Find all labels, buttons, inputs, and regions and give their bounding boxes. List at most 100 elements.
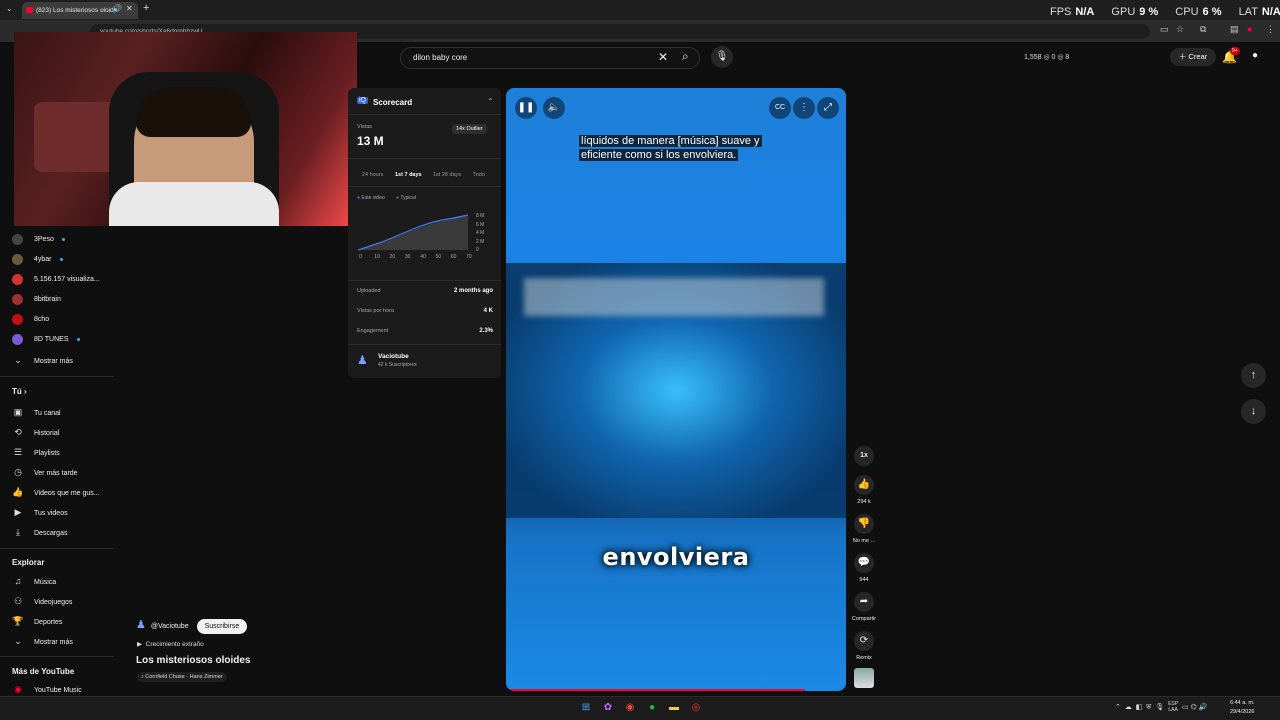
tray-shield-icon[interactable]: ⛨ [1146, 704, 1151, 711]
you-heading[interactable]: Tú › [12, 387, 27, 396]
chart-x-tick: 30 [404, 254, 411, 260]
tab-all[interactable]: Todo [473, 172, 485, 178]
sidebar-item-you[interactable]: ⤓ Descargas [12, 525, 67, 539]
chevron-right-icon: › [24, 387, 27, 396]
clear-search-icon[interactable]: ✕ [658, 50, 668, 64]
tray-cloud-icon[interactable]: ☁ [1125, 704, 1132, 711]
sidebar-item-you[interactable]: 👍 Videos que me gus... [12, 485, 99, 499]
sidebar-divider [0, 376, 114, 377]
sidebar-subscription-item[interactable]: 3Peso [12, 233, 65, 247]
video-progress-bar[interactable] [506, 689, 806, 691]
previous-short-button[interactable]: ↑ [1241, 363, 1266, 388]
sidebar-subscription-item[interactable]: 8D TUNES [12, 333, 80, 347]
captions-button[interactable]: CC [769, 97, 791, 119]
tray-mic-icon[interactable]: 🎙 [1155, 704, 1164, 711]
burned-in-caption: envolviera [602, 543, 750, 571]
tray-app-icon[interactable]: ◧ [1136, 704, 1143, 711]
audio-icon[interactable]: 🔊 [112, 4, 122, 13]
pause-button[interactable]: ❚❚ [515, 97, 537, 119]
volume-button[interactable]: 🔈 [543, 97, 565, 119]
sidebar-item-label: Música [34, 579, 57, 586]
menu-icon[interactable]: ⋮ [1266, 24, 1275, 35]
sidebar-item-label: Historial [34, 430, 60, 437]
profile-icon[interactable]: ● [1247, 24, 1252, 34]
search-icon[interactable]: ⌕ [682, 49, 689, 64]
dislike-button[interactable]: 👎 No me ... [850, 514, 878, 544]
sidebar-divider [0, 656, 114, 657]
subscribe-button[interactable]: Suscribirse [196, 619, 248, 634]
more-options-button[interactable]: ⋮ [793, 97, 815, 119]
collapse-icon[interactable]: ⌃ [487, 97, 494, 106]
volume-icon[interactable]: 🔊 [1199, 704, 1208, 711]
sidebar-item-you[interactable]: ☰ Playlists [12, 445, 60, 459]
sidebar-item-you[interactable]: ⟲ Historial [12, 425, 59, 439]
app-icon[interactable]: ◎ [689, 701, 703, 715]
file-explorer-icon[interactable]: ▬ [667, 701, 681, 715]
clock-time: 6:44 a. m. [1230, 700, 1255, 706]
chart-y-tick: 4 M [476, 230, 485, 236]
channel-avatar [12, 293, 23, 305]
clock[interactable]: 6:44 a. m. 29/4/2026 [1230, 699, 1254, 717]
spotify-icon[interactable]: ● [645, 701, 659, 715]
sidebar-subscription-item[interactable]: 8cho [12, 313, 49, 327]
sidebar-subscription-item[interactable]: 5.156.157 visualiza... [12, 273, 100, 287]
search-input[interactable]: dilon baby core [400, 47, 700, 69]
remix-button[interactable]: ⟳ Remix [850, 631, 878, 661]
channel-avatar[interactable]: ♟ [136, 619, 146, 631]
extensions-icon[interactable]: ⧉ [1200, 24, 1206, 35]
sidebar-item-label: Playlists [34, 450, 60, 457]
copilot-icon[interactable]: ✿ [601, 701, 615, 715]
comments-button[interactable]: 💬 944 [850, 553, 878, 583]
sidebar-item-explore[interactable]: 🏆 Deportes [12, 614, 62, 628]
shorts-video-player[interactable]: ❚❚ 🔈 CC ⋮ ⤢ líquidos de manera [música] … [506, 88, 846, 691]
new-tab-icon[interactable]: + [143, 2, 149, 14]
tab-24-hours[interactable]: 24 hours [362, 172, 383, 178]
tab-first-28-days[interactable]: 1st 28 days [433, 172, 461, 178]
display-icon[interactable]: ▭ [1182, 704, 1189, 711]
closed-captions: líquidos de manera [música] suave y efic… [579, 134, 762, 162]
sidebar-item-you[interactable]: ▶ Tus videos [12, 505, 68, 519]
music-chip[interactable]: ♪ Cornfield Chase · Hans Zimmer [137, 672, 227, 682]
network-icon[interactable]: ⌬ [1191, 704, 1197, 711]
system-tray: ⌃ ☁ ◧ ⛨ 🎙 ESP LAA ▭ ⌬ 🔊 [1115, 701, 1207, 713]
show-more-subscriptions[interactable]: ⌄ Mostrar más [12, 353, 73, 367]
sidebar-item-explore[interactable]: ♫ Música [12, 574, 57, 588]
tab-first-7-days[interactable]: 1st 7 days [395, 172, 422, 178]
windows-start-icon[interactable]: ⊞ [579, 701, 593, 715]
create-button[interactable]: ＋ Crear [1170, 48, 1216, 66]
sidebar-item-youtube-music[interactable]: ◉ YouTube Music [12, 682, 82, 696]
chevron-down-icon: ⌄ [14, 355, 22, 365]
audio-thumbnail[interactable] [854, 668, 874, 688]
like-button[interactable]: 👍 294 k [850, 475, 878, 505]
sidebar-item-you[interactable]: ▣ Tu canal [12, 405, 61, 419]
speed-button[interactable]: 1x [850, 446, 878, 470]
sidebar-subscription-item[interactable]: 8bitbrain [12, 293, 61, 307]
share-button[interactable]: ➦ Compartir [850, 592, 878, 622]
fullscreen-button[interactable]: ⤢ [817, 97, 839, 119]
sidebar-item-label: 8D TUNES [34, 336, 69, 343]
sidepanel-icon[interactable]: ▤ [1230, 24, 1239, 35]
sidebar-item-you[interactable]: ◷ Ver más tarde [12, 465, 78, 479]
close-tab-icon[interactable]: ✕ [126, 4, 133, 13]
sidebar-subscription-item[interactable]: 4ybar [12, 253, 63, 267]
playlist-link[interactable]: ▶ Crecimiento extraño [137, 640, 204, 648]
voice-search-icon[interactable]: 🎙 [711, 46, 733, 68]
tab-list-icon[interactable]: ⌄ [6, 4, 13, 13]
new-content-dot [61, 237, 65, 241]
chart-y-tick: 2 M [476, 238, 485, 245]
scorecard-channel-name: Vaciotube [378, 353, 409, 360]
avatar[interactable]: ● [1252, 50, 1258, 61]
tray-chevron-icon[interactable]: ⌃ [1115, 704, 1121, 711]
bookmark-star-icon[interactable]: ☆ [1176, 24, 1184, 35]
chrome-icon[interactable]: ◉ [623, 701, 637, 715]
channel-avatar [12, 333, 23, 345]
channel-handle[interactable]: @Vaciotube [151, 623, 189, 630]
language-indicator[interactable]: ESP LAA [1168, 701, 1178, 713]
sidebar-item-explore[interactable]: ⌄ Mostrar más [12, 634, 73, 648]
next-short-button[interactable]: ↓ [1241, 399, 1266, 424]
gpu-value: 9 % [1139, 6, 1159, 18]
chevron-down-icon: ⌄ [14, 636, 22, 646]
cast-icon[interactable]: ▭ [1160, 24, 1169, 35]
sidebar-item-explore[interactable]: ⚇ Videojuegos [12, 594, 72, 608]
notifications-icon[interactable]: 🔔 9+ [1222, 47, 1240, 64]
